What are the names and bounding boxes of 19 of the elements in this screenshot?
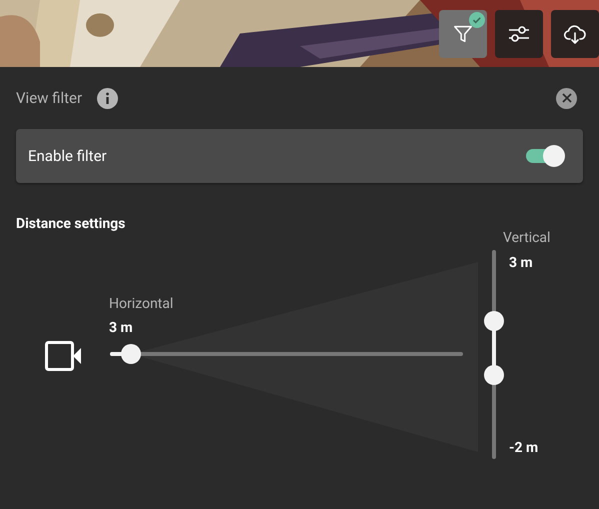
vertical-bottom-reading: -2 m bbox=[509, 439, 538, 458]
vertical-label: Vertical bbox=[503, 229, 550, 248]
vertical-top-reading: 3 m bbox=[509, 254, 533, 273]
info-icon[interactable] bbox=[97, 88, 118, 108]
check-badge-icon bbox=[469, 12, 485, 28]
video-camera-icon bbox=[45, 341, 81, 371]
toolbar-button[interactable] bbox=[495, 10, 543, 58]
close-button[interactable] bbox=[556, 88, 577, 108]
toggle-label: Enable filter bbox=[28, 146, 107, 167]
horizontal-label: Horizontal bbox=[109, 295, 174, 314]
cloud-download-icon bbox=[563, 23, 587, 45]
panel-title: View filter bbox=[16, 88, 82, 109]
filter-icon bbox=[452, 23, 474, 45]
section-heading: Distance settings bbox=[16, 216, 126, 232]
vertical-slider[interactable] bbox=[484, 250, 504, 459]
horizontal-reading: 3 m bbox=[109, 319, 133, 338]
horizontal-slider[interactable] bbox=[110, 344, 463, 364]
close-icon bbox=[562, 93, 572, 103]
toolbar-button[interactable] bbox=[551, 10, 599, 58]
